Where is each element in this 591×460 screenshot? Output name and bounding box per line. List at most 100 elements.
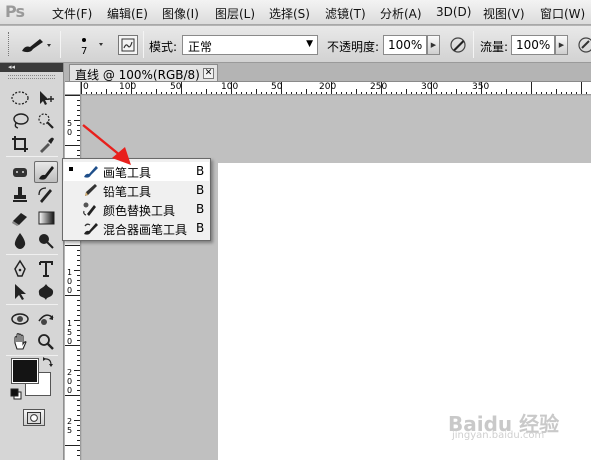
ruler-label: 50 xyxy=(170,82,182,92)
brush-panel-icon xyxy=(121,38,135,52)
brush-preset-picker[interactable] xyxy=(70,34,110,60)
flyout-item-color-replacement[interactable]: 颜色替换工具 B xyxy=(64,200,209,219)
selected-bullet-icon xyxy=(69,167,73,171)
quick-mask-button[interactable] xyxy=(23,409,45,426)
close-icon[interactable]: ✕ xyxy=(203,68,214,79)
shape-icon xyxy=(38,284,54,300)
shape-tool[interactable] xyxy=(34,281,58,303)
brush-icon xyxy=(82,163,100,179)
horizontal-ruler[interactable]: 0 100 50 100 50 200 250 300 350 xyxy=(81,82,591,95)
3d-orbit-icon xyxy=(38,314,54,325)
flow-input[interactable]: 100% xyxy=(511,35,555,55)
type-tool[interactable] xyxy=(34,258,58,280)
menu-analysis[interactable]: 分析(A) xyxy=(380,5,422,22)
lasso-tool[interactable] xyxy=(8,110,32,132)
ruler-label: 5 xyxy=(66,119,73,128)
spot-healing-icon xyxy=(13,168,27,177)
marquee-tool[interactable] xyxy=(8,87,32,109)
quick-selection-tool[interactable] xyxy=(34,110,58,132)
ruler-label: 100 xyxy=(119,82,137,92)
airbrush-icon xyxy=(578,37,591,53)
flyout-item-pencil[interactable]: 铅笔工具 B xyxy=(64,181,209,200)
flyout-item-brush[interactable]: 画笔工具 B xyxy=(64,162,209,181)
toolbox-grip[interactable] xyxy=(8,75,55,79)
menu-image[interactable]: 图像(I) xyxy=(162,5,199,22)
default-colors-icon[interactable] xyxy=(10,388,22,400)
foreground-color-swatch[interactable] xyxy=(11,358,39,384)
mode-select[interactable]: 正常 ▼ xyxy=(182,35,318,55)
ruler-label: 250 xyxy=(370,82,388,92)
ruler-label: 0 xyxy=(66,128,73,137)
ruler-label: 2 xyxy=(66,368,73,377)
ruler-label: 2 xyxy=(66,417,73,426)
ps-logo: Ps xyxy=(5,2,25,21)
path-selection-tool[interactable] xyxy=(8,281,32,303)
opacity-slider-toggle[interactable]: ▶ xyxy=(427,35,440,55)
zoom-tool[interactable] xyxy=(34,331,58,353)
flyout-item-shortcut: B xyxy=(196,164,205,178)
eyedropper-icon xyxy=(40,137,54,153)
clone-stamp-tool[interactable] xyxy=(8,184,32,206)
tool-preset-picker[interactable] xyxy=(18,35,52,55)
chevron-down-icon: ▼ xyxy=(306,39,313,49)
flyout-item-label: 颜色替换工具 xyxy=(103,204,176,218)
ruler-label: 0 xyxy=(66,277,73,286)
menu-select[interactable]: 选择(S) xyxy=(269,5,310,22)
menu-window[interactable]: 窗口(W) xyxy=(540,5,585,22)
3d-orbit-tool[interactable] xyxy=(34,308,58,330)
ruler-label: 5 xyxy=(66,426,73,435)
menu-edit[interactable]: 编辑(E) xyxy=(107,5,148,22)
flyout-item-shortcut: B xyxy=(196,183,205,197)
menu-3d[interactable]: 3D(D) xyxy=(436,5,471,19)
opacity-input[interactable]: 100% xyxy=(383,35,427,55)
dodge-tool[interactable] xyxy=(34,230,58,252)
separator xyxy=(473,31,474,58)
ruler-label: 300 xyxy=(421,82,439,92)
pencil-icon xyxy=(82,182,100,198)
type-icon xyxy=(39,261,53,277)
airbrush-button[interactable] xyxy=(576,35,591,55)
ruler-label: 0 xyxy=(66,377,73,386)
3d-rotate-tool[interactable] xyxy=(8,308,32,330)
menu-layer[interactable]: 图层(L) xyxy=(215,5,255,22)
spot-healing-tool[interactable] xyxy=(8,161,32,183)
ruler-label: 100 xyxy=(221,82,239,92)
path-selection-icon xyxy=(15,284,26,300)
brush-tool[interactable] xyxy=(34,161,58,183)
crop-icon xyxy=(12,136,28,152)
move-tool[interactable] xyxy=(34,87,58,109)
flyout-item-mixer-brush[interactable]: 混合器画笔工具 B xyxy=(64,219,209,238)
mixer-brush-icon xyxy=(82,220,100,236)
options-bar-grip[interactable] xyxy=(8,32,10,56)
eyedropper-tool[interactable] xyxy=(34,133,58,155)
menu-filter[interactable]: 滤镜(T) xyxy=(325,5,366,22)
hand-icon xyxy=(14,333,27,350)
eraser-tool[interactable] xyxy=(8,207,32,229)
menu-file[interactable]: 文件(F) xyxy=(52,5,92,22)
clone-stamp-icon xyxy=(13,187,27,202)
hand-tool[interactable] xyxy=(8,331,32,353)
pen-tool[interactable] xyxy=(8,258,32,280)
brush-icon xyxy=(39,166,54,180)
separator xyxy=(60,31,61,58)
toolbox-header[interactable]: ◂◂ xyxy=(0,63,63,72)
history-brush-tool[interactable] xyxy=(34,184,58,206)
crop-tool[interactable] xyxy=(8,133,32,155)
pressure-opacity-button[interactable] xyxy=(447,35,469,55)
blur-icon xyxy=(14,233,26,249)
flyout-item-label: 画笔工具 xyxy=(103,166,152,180)
vertical-ruler[interactable]: 5 0 1 0 0 1 5 0 2 0 0 2 5 xyxy=(65,95,81,460)
blur-tool[interactable] xyxy=(8,230,32,252)
menu-view[interactable]: 视图(V) xyxy=(483,5,525,22)
brush-panel-toggle[interactable] xyxy=(118,35,138,55)
brush-size-label: 7 xyxy=(81,46,88,57)
ruler-label: 200 xyxy=(319,82,337,92)
flow-slider-toggle[interactable]: ▶ xyxy=(555,35,568,55)
move-icon xyxy=(40,91,54,105)
ruler-origin[interactable] xyxy=(65,82,81,95)
ruler-label: 0 xyxy=(66,337,73,346)
separator xyxy=(143,31,144,58)
document-tab[interactable]: 直线 @ 100%(RGB/8) * ✕ xyxy=(69,64,218,82)
gradient-tool[interactable] xyxy=(34,207,58,229)
swap-colors-icon[interactable] xyxy=(42,356,54,368)
